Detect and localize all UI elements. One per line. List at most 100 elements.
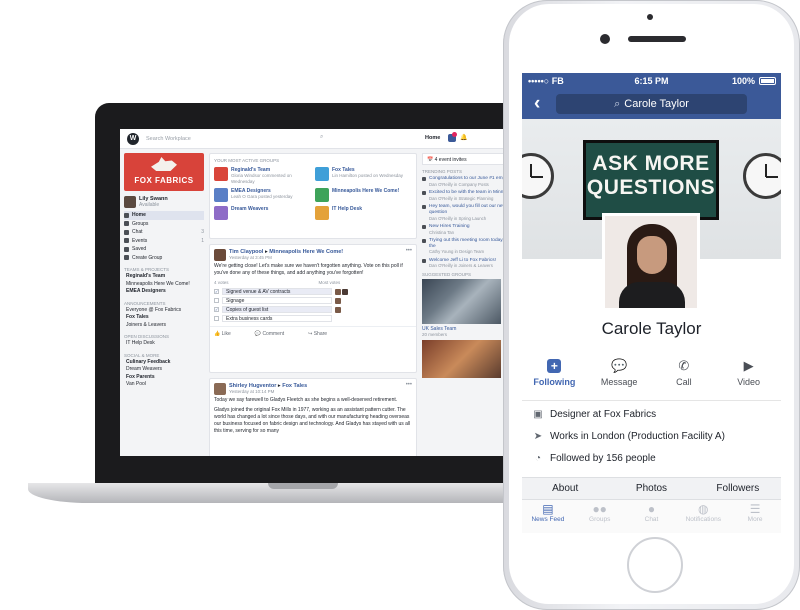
profile-actions: + Following 💬 Message ✆ Call ▶ Video	[522, 358, 781, 398]
post-icon	[422, 238, 426, 243]
sidebar-group-link[interactable]: Everyone @ Fox Fabrics	[124, 307, 204, 315]
post-icon	[422, 177, 426, 181]
comment-button[interactable]: 💬 Comment	[255, 331, 296, 337]
info-text: Works in London (Production Facility A)	[550, 430, 725, 442]
group-item[interactable]: EMEA Designers Leah O Gara posted yesterd…	[214, 188, 311, 202]
tab-about[interactable]: About	[522, 478, 608, 499]
bell-icon[interactable]: 🔔	[460, 134, 467, 141]
profile-photo-body	[619, 282, 685, 308]
rss-icon: ◔	[534, 452, 542, 464]
group-activity: Lin Hamilton posted on Wednesday	[332, 173, 403, 178]
group-thumbnail	[315, 167, 329, 181]
group-item[interactable]: Reginald's Team Gloria Windsor commented …	[214, 167, 311, 184]
poster-line: ASK MORE	[592, 152, 710, 175]
poll-option[interactable]: ✓ Signed venue & AV contracts	[210, 287, 416, 296]
tab-followers[interactable]: Followers	[695, 478, 781, 499]
sidebar-group-link[interactable]: EMEA Designers	[124, 288, 204, 296]
post-body-continued: Gladys joined the original Fox Mills in …	[214, 407, 411, 434]
back-arrow-icon[interactable]: ‹	[534, 93, 540, 115]
action-label: Following	[533, 377, 576, 387]
video-button[interactable]: ▶ Video	[716, 358, 781, 398]
checkbox[interactable]	[214, 316, 219, 321]
sidebar-item-chat[interactable]: Chat 3	[124, 228, 204, 237]
sidebar-item-label: Groups	[132, 220, 149, 227]
suggested-group-photo[interactable]	[422, 278, 501, 324]
checkbox[interactable]	[214, 298, 219, 303]
sidebar-group-link[interactable]: Joiners & Leavers	[124, 322, 204, 330]
nav-label: Notifications	[685, 516, 721, 523]
poll-option[interactable]: Extra business cards	[210, 314, 416, 323]
sidebar-item-events[interactable]: Events 1	[124, 237, 204, 246]
more-options-icon[interactable]: •••	[406, 382, 412, 388]
call-button[interactable]: ✆ Call	[652, 358, 717, 398]
tab-photos[interactable]: Photos	[608, 478, 694, 499]
group-thumbnail	[214, 167, 228, 181]
status-bar: •••••○ FB 6:15 PM 100%	[522, 73, 781, 89]
action-label: Video	[737, 377, 761, 387]
info-row-followers[interactable]: ◔ Followed by 156 people	[532, 450, 772, 466]
phone-speaker	[628, 36, 686, 42]
sidebar-group-link[interactable]: Dream Weavers	[124, 366, 204, 374]
nav-news-feed[interactable]: ▤ News Feed	[522, 500, 574, 533]
sidebar-group-link[interactable]: Culinary Feedback	[124, 359, 204, 367]
workplace-logo-icon[interactable]: W	[127, 133, 139, 145]
sidebar-item-groups[interactable]: Groups	[124, 220, 204, 229]
home-icon	[124, 212, 129, 218]
section-header: SOCIAL & MORE	[124, 352, 160, 358]
suggested-group-photo[interactable]	[422, 339, 501, 378]
poll-option[interactable]: Signage	[210, 296, 416, 305]
bottom-nav: ▤ News Feed ●● Groups ● Chat ◍ Notifications…	[522, 499, 781, 533]
post-actions: 👍 Like 💬 Comment ↪ Share	[210, 326, 416, 341]
sidebar-group-link[interactable]: Reginald's Team	[124, 273, 204, 281]
sidebar-group-link[interactable]: Fox Tales	[124, 314, 204, 322]
search-input[interactable]: ⌕ Carole Taylor	[556, 94, 747, 114]
poll-option-label: Signed venue & AV contracts	[222, 288, 332, 295]
nav-label: News Feed	[531, 516, 565, 523]
home-button[interactable]	[627, 537, 683, 593]
poll-votes: 4 votes	[214, 280, 229, 285]
nav-groups[interactable]: ●● Groups	[574, 500, 626, 533]
sidebar-item-saved[interactable]: Saved	[124, 245, 204, 254]
poll-sort[interactable]: Most votes	[319, 280, 341, 285]
sidebar-group-link[interactable]: IT Help Desk	[124, 340, 204, 348]
home-link[interactable]: Home	[425, 135, 440, 141]
sidebar-item-home[interactable]: Home	[124, 211, 204, 220]
more-options-icon[interactable]: •••	[406, 248, 412, 254]
check-icon[interactable]: ✓	[214, 307, 219, 312]
profile-tabs: About Photos Followers	[522, 477, 781, 499]
chat-icon: ●	[647, 502, 656, 516]
groups-icon: ●●	[592, 502, 607, 516]
nav-chat[interactable]: ● Chat	[626, 500, 678, 533]
sidebar-group-link[interactable]: Fox Parents	[124, 374, 204, 382]
avatar[interactable]	[214, 249, 226, 261]
sidebar-group-link[interactable]: Van Pool	[124, 381, 204, 389]
group-item[interactable]: IT Help Desk	[315, 206, 412, 220]
like-button[interactable]: 👍 Like	[214, 331, 243, 337]
following-button[interactable]: + Following	[522, 358, 587, 398]
sidebar-group-link[interactable]: Minneapolis Here We Come!	[124, 281, 204, 289]
message-button[interactable]: 💬 Message	[587, 358, 652, 398]
chat-icon	[124, 229, 129, 235]
message-icon: 💬	[611, 358, 628, 373]
search-icon[interactable]: ⌕	[320, 134, 329, 144]
group-item[interactable]: Dream Weavers	[214, 206, 311, 220]
sidebar-item-label: Chat	[132, 229, 143, 236]
group-item[interactable]: Minneapolis Here We Come!	[315, 188, 412, 202]
workplace-sidebar: FOX FABRICS Lily Swann Available Home Gr…	[124, 153, 204, 389]
news-feed: YOUR MOST ACTIVE GROUPS Reginald's Team G…	[209, 153, 417, 456]
group-item[interactable]: Fox Tales Lin Hamilton posted on Wednesda…	[315, 167, 412, 184]
profile-picture[interactable]	[602, 213, 700, 311]
sidebar-item-create-group[interactable]: Create Group	[124, 254, 204, 263]
nav-more[interactable]: ☰ More	[729, 500, 781, 533]
share-button[interactable]: ↪ Share	[308, 331, 339, 337]
info-row-work: ▣ Designer at Fox Fabrics	[532, 406, 772, 422]
sidebar-profile[interactable]: Lily Swann Available	[124, 196, 204, 208]
avatar[interactable]	[214, 383, 226, 395]
poll-header: 4 votes Most votes	[210, 277, 416, 287]
briefcase-icon: ▣	[533, 408, 543, 420]
check-icon[interactable]: ✓	[214, 289, 219, 294]
workplace-search-input[interactable]: Search Workplace	[144, 134, 334, 144]
post-timestamp: Yesterday at 10:14 PM	[229, 389, 275, 394]
nav-notifications[interactable]: ◍ Notifications	[677, 500, 729, 533]
poll-option[interactable]: ✓ Copies of guest list	[210, 305, 416, 314]
